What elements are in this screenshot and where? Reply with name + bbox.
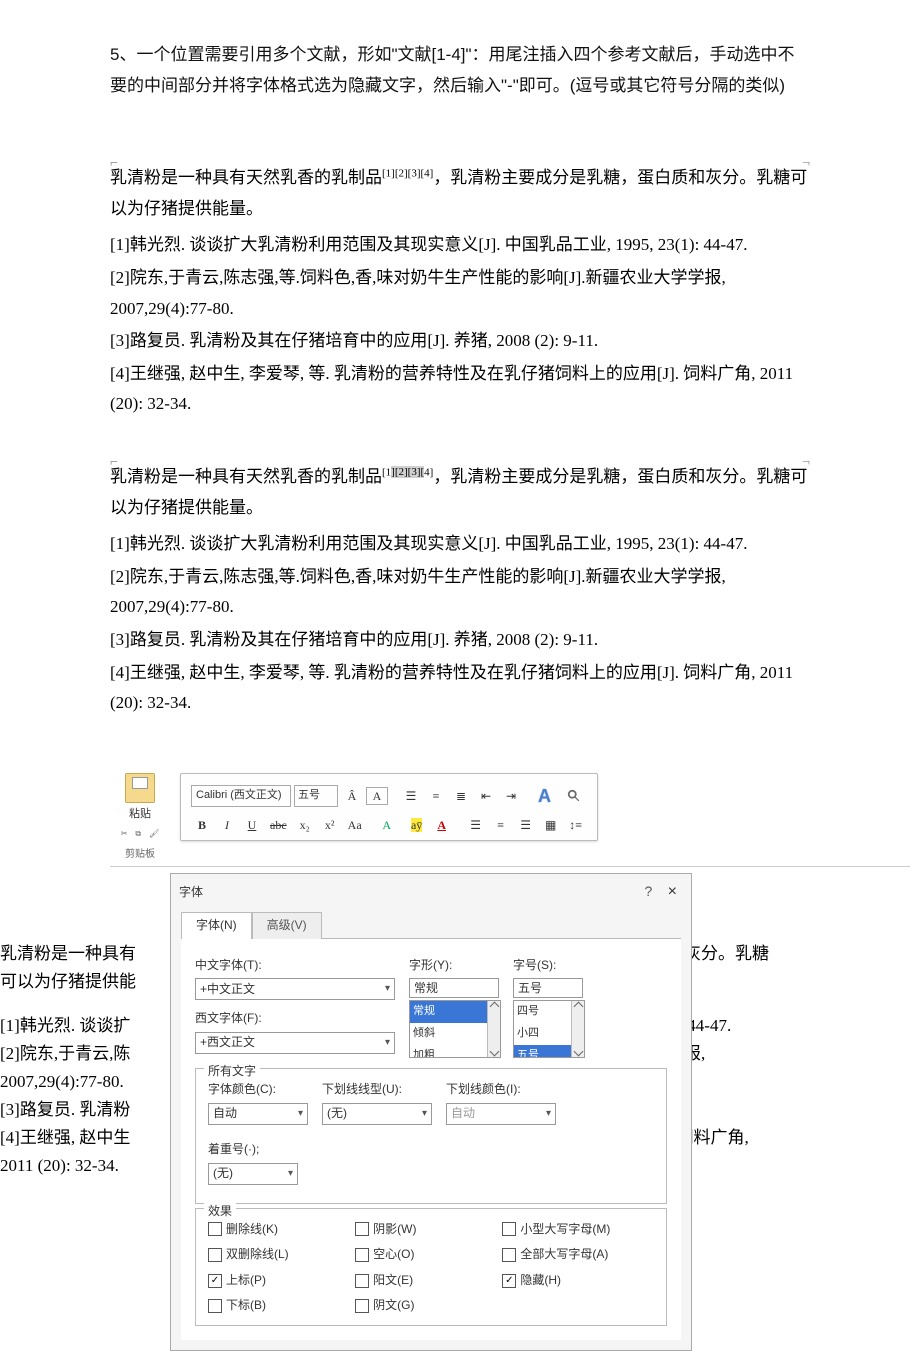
western-font-label: 西文字体(F): (195, 1008, 395, 1030)
brush-icon[interactable]: 🖌 (145, 828, 163, 839)
font-name-combo[interactable]: Calibri (西文正文) (191, 785, 291, 807)
font-size-combo[interactable]: 五号 (294, 785, 338, 807)
doc-example-2: ⌐¬ 乳清粉是一种具有天然乳香的乳制品[1][2][3][4]，乳清粉主要成分是… (110, 450, 810, 719)
chevron-down-icon: ▾ (385, 1034, 390, 1052)
effects-group: 效果 删除线(K) 双删除线(L) 上标(P) 下标(B) 阴影(W) 空心(O… (195, 1208, 667, 1326)
tab-font[interactable]: 字体(N) (181, 912, 252, 939)
citation-marks: [1][2][3][4] (382, 168, 433, 180)
ref-2: [2]院东,于青云,陈志强,等.饲料色,香,味对奶牛生产性能的影响[J].新疆农… (110, 263, 810, 324)
scissors-icon[interactable]: ✂ (117, 828, 132, 839)
ref-3: [3]路复员. 乳清粉及其在仔猪培育中的应用[J]. 养猪, 2008 (2):… (110, 625, 810, 656)
underline-color-combo[interactable]: 自动▾ (446, 1103, 556, 1125)
help-button[interactable]: ? (639, 883, 659, 899)
font-size-list[interactable]: 四号 小四 五号 (513, 1000, 585, 1058)
clipboard-group-label: 剪贴板 (110, 846, 170, 864)
cite-selected: ][2][3][ (391, 466, 424, 478)
clear-format-icon[interactable]: A (366, 787, 388, 805)
underline-button[interactable]: U (241, 816, 263, 834)
chinese-font-combo[interactable]: +中文正文▾ (195, 978, 395, 1000)
doc-example-1: ⌐¬ 乳清粉是一种具有天然乳香的乳制品[1][2][3][4]，乳清粉主要成分是… (110, 151, 810, 420)
ref-4: [4]王继强, 赵中生, 李爱琴, 等. 乳清粉的营养特性及在乳仔猪饲料上的应用… (110, 658, 810, 719)
indent-dec-icon[interactable]: ⇤ (475, 787, 497, 805)
font-color-combo[interactable]: 自动▾ (208, 1103, 308, 1125)
superscript-button[interactable]: x² (319, 816, 341, 834)
check-subscript[interactable]: 下标(B) (208, 1295, 355, 1317)
subscript-button[interactable]: x₂ (294, 816, 316, 834)
highlight-button[interactable]: aȳ (406, 816, 428, 834)
mini-toolbar: Calibri (西文正文) 五号 Â A ☰ ≡ ≣ ⇤ ⇥ A B I U… (180, 773, 598, 841)
check-hidden[interactable]: 隐藏(H) (502, 1270, 649, 1292)
italic-button[interactable]: I (216, 816, 238, 834)
copy-icon[interactable]: ⧉ (131, 828, 145, 839)
chevron-down-icon: ▾ (385, 980, 390, 998)
paste-label: 粘贴 (110, 805, 170, 825)
line-spacing-icon[interactable]: ↕≡ (565, 816, 587, 834)
chinese-font-label: 中文字体(T): (195, 955, 395, 977)
font-style-input[interactable]: 常规 (409, 978, 499, 998)
font-effects-button[interactable]: A (376, 816, 398, 834)
underline-style-combo[interactable]: (无)▾ (322, 1103, 432, 1125)
check-shadow[interactable]: 阴影(W) (355, 1219, 502, 1241)
multilevel-icon[interactable]: ≣ (450, 787, 472, 805)
word-ribbon: 粘贴 ✂⧉🖌 剪贴板 Calibri (西文正文) 五号 Â A ☰ ≡ ≣ … (110, 769, 910, 868)
grow-font-icon[interactable]: Â (341, 787, 363, 805)
styles-icon[interactable]: A (538, 780, 551, 812)
check-allcaps[interactable]: 全部大写字母(A) (502, 1244, 649, 1266)
font-color-button[interactable]: A (431, 816, 453, 834)
tab-advanced[interactable]: 高级(V) (252, 912, 322, 939)
ref-4: [4]王继强, 赵中生, 李爱琴, 等. 乳清粉的营养特性及在乳仔猪饲料上的应用… (110, 359, 810, 420)
scrollbar[interactable] (487, 1001, 500, 1057)
align-left-icon[interactable]: ☰ (465, 816, 487, 834)
emphasis-combo[interactable]: (无)▾ (208, 1163, 298, 1185)
instruction-text: 5、一个位置需要引用多个文献，形如"文献[1-4]"：用尾注插入四个参考文献后，… (110, 40, 810, 101)
font-size-label: 字号(S): (513, 955, 583, 977)
justify-icon[interactable]: ▦ (540, 816, 562, 834)
font-dialog: 字体 ? × 字体(N) 高级(V) 中文字体(T): +中文正文▾ 西文字体(… (170, 873, 692, 1351)
all-text-group: 所有文字 字体颜色(C): 自动▾ 下划线线型(U): (无)▾ 下划线颜色(I… (195, 1068, 667, 1203)
bullets-icon[interactable]: ☰ (400, 787, 422, 805)
font-size-input[interactable]: 五号 (513, 978, 583, 998)
dialog-title-text: 字体 (179, 882, 203, 904)
paste-icon[interactable] (125, 773, 155, 803)
align-center-icon[interactable]: ≡ (490, 816, 512, 834)
indent-inc-icon[interactable]: ⇥ (500, 787, 522, 805)
ref-2: [2]院东,于青云,陈志强,等.饲料色,香,味对奶牛生产性能的影响[J].新疆农… (110, 562, 810, 623)
check-smallcaps[interactable]: 小型大写字母(M) (502, 1219, 649, 1241)
western-font-combo[interactable]: +西文正文▾ (195, 1032, 395, 1054)
cite-suffix: 4] (424, 466, 433, 478)
check-emboss[interactable]: 阳文(E) (355, 1270, 502, 1292)
underline-style-label: 下划线线型(U): (322, 1079, 432, 1101)
ref-3: [3]路复员. 乳清粉及其在仔猪培育中的应用[J]. 养猪, 2008 (2):… (110, 326, 810, 357)
close-button[interactable]: × (662, 883, 683, 900)
numbering-icon[interactable]: ≡ (425, 787, 447, 805)
scrollbar[interactable] (571, 1001, 584, 1057)
strike-button[interactable]: abc (266, 816, 291, 834)
body-text: 乳清粉是一种具有天然乳香的乳制品 (110, 467, 382, 486)
cite-prefix: [1 (382, 466, 391, 478)
body-text: 乳清粉是一种具有天然乳香的乳制品 (110, 168, 382, 187)
font-style-list[interactable]: 常规 倾斜 加粗 (409, 1000, 501, 1058)
check-engrave[interactable]: 阴文(G) (355, 1295, 502, 1317)
change-case-button[interactable]: Aa (344, 816, 366, 834)
bold-button[interactable]: B (191, 816, 213, 834)
find-icon[interactable] (567, 789, 581, 803)
ref-1: [1]韩光烈. 谈谈扩大乳清粉利用范围及其现实意义[J]. 中国乳品工业, 19… (110, 230, 810, 261)
check-double-strike[interactable]: 双删除线(L) (208, 1244, 355, 1266)
emphasis-label: 着重号(·); (208, 1139, 298, 1161)
ref-1: [1]韩光烈. 谈谈扩大乳清粉利用范围及其现实意义[J]. 中国乳品工业, 19… (110, 529, 810, 560)
check-superscript[interactable]: 上标(P) (208, 1270, 355, 1292)
align-right-icon[interactable]: ☰ (515, 816, 537, 834)
check-outline[interactable]: 空心(O) (355, 1244, 502, 1266)
underline-color-label: 下划线颜色(I): (446, 1079, 556, 1101)
font-style-label: 字形(Y): (409, 955, 499, 977)
